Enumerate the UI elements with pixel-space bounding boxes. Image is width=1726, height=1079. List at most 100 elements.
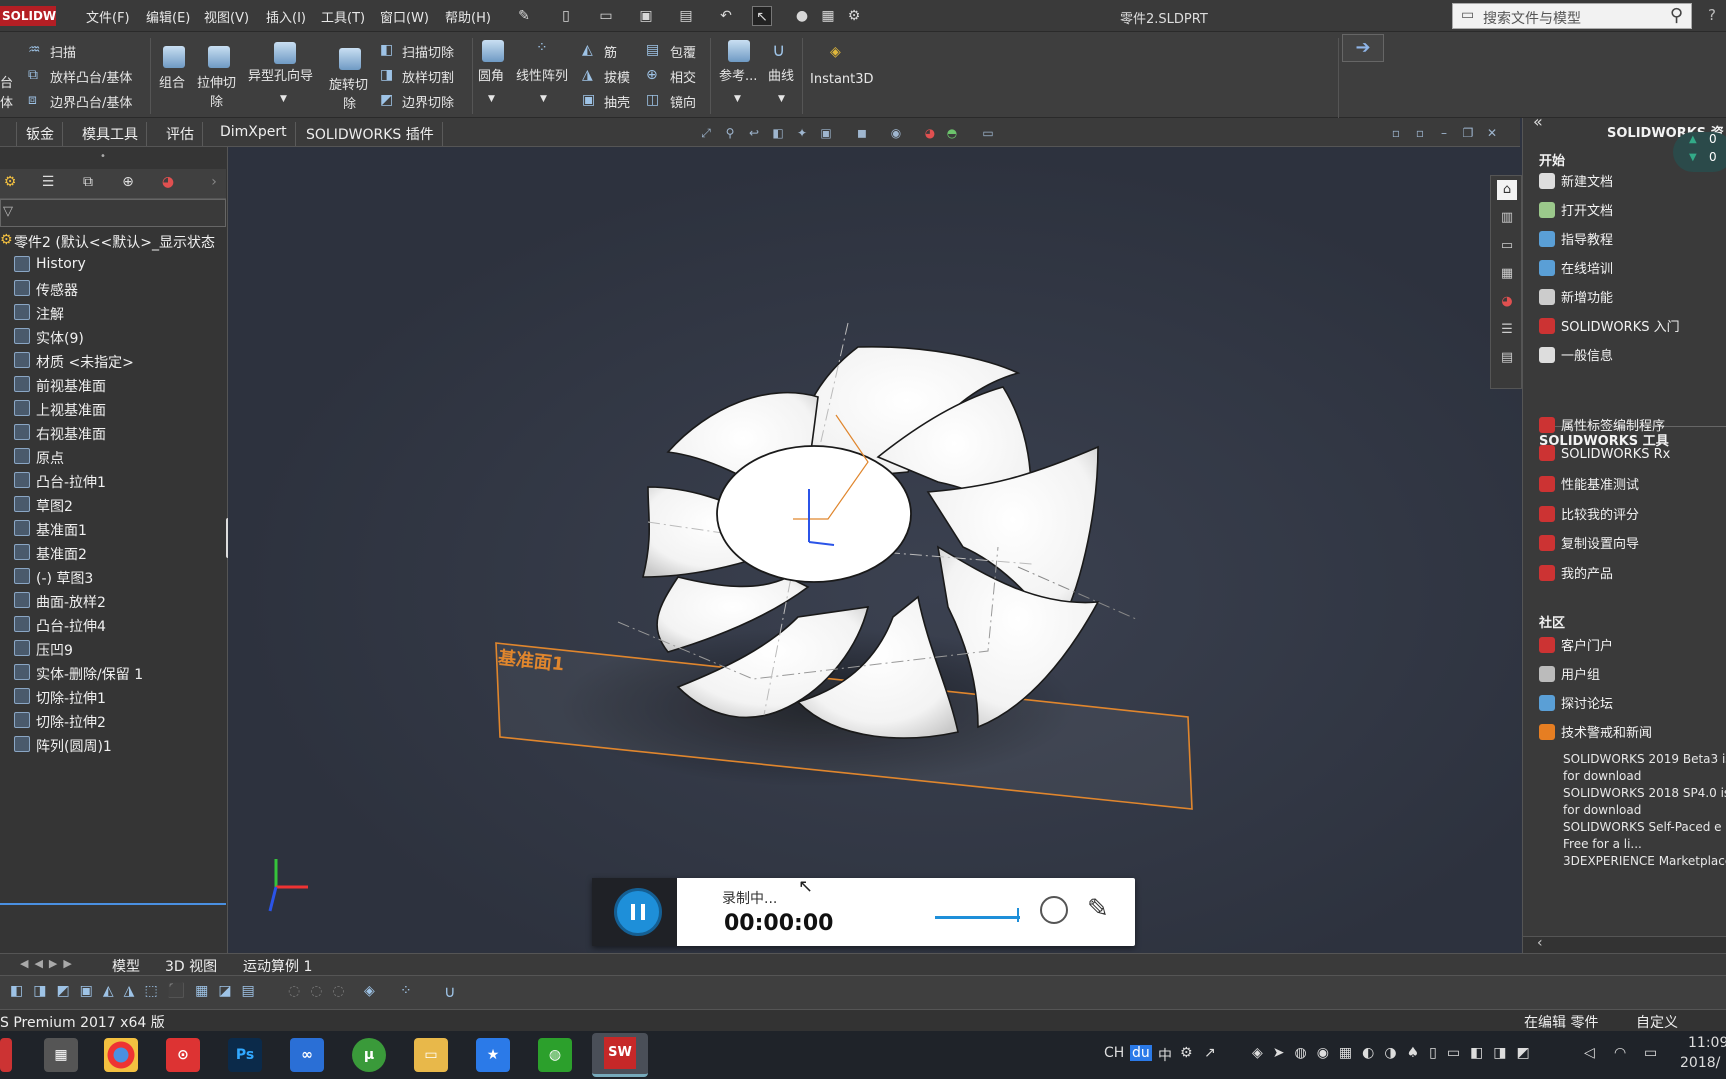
pause-recording-button[interactable] [614, 888, 662, 936]
tree-item[interactable]: 基准面1 [0, 517, 226, 541]
tree-item[interactable]: (-) 草图3 [0, 565, 226, 589]
curves-icon[interactable]: ∪ [772, 40, 785, 61]
rebuild-icon[interactable]: ● [792, 6, 812, 26]
dimxpert-manager-tab-icon[interactable]: ⊕ [118, 174, 138, 194]
intersect-icon[interactable]: ⊕ [646, 67, 658, 83]
viewport-minimize-icon[interactable]: ▫ [1388, 125, 1404, 141]
task-pane-link[interactable]: 新增功能 [1539, 287, 1613, 306]
tree-item[interactable]: 实体(9) [0, 325, 226, 349]
curves-button[interactable]: 曲线 [768, 65, 794, 84]
appearance-icon[interactable]: ◕ [922, 125, 938, 141]
tab-partial[interactable] [0, 122, 17, 146]
utorrent-app-icon[interactable]: µ [352, 1038, 386, 1072]
task-pane-link[interactable]: 性能基准测试 [1539, 474, 1639, 493]
news-link[interactable]: Free for a li... [1563, 837, 1726, 851]
window-minimize-icon[interactable]: – [1436, 125, 1452, 141]
rib-icon[interactable]: ◭ [582, 42, 593, 58]
tree-item[interactable]: 前视基准面 [0, 373, 226, 397]
menu-edit[interactable]: 编辑(E) [146, 7, 190, 26]
undo-icon[interactable]: ↶ [716, 6, 736, 26]
lofted-cut-button[interactable]: 放样切割 [402, 67, 454, 86]
save-icon[interactable]: ▣ [636, 6, 656, 26]
clock-date[interactable]: 2018/ [1680, 1055, 1720, 1071]
wrap-icon[interactable]: ▤ [646, 42, 659, 58]
pattern-shortcut-icon[interactable]: ⁘ [400, 983, 412, 999]
tree-item[interactable]: 实体-删除/保留 1 [0, 661, 226, 685]
reference-dropdown-icon[interactable]: ▼ [734, 94, 741, 104]
task-pane-link[interactable]: 打开文档 [1539, 200, 1613, 219]
wifi-icon[interactable]: ◠ [1614, 1045, 1626, 1061]
task-pane-link[interactable]: 我的产品 [1539, 563, 1613, 582]
webcam-icon[interactable] [1040, 896, 1068, 924]
display-manager-tab-icon[interactable]: ◕ [158, 174, 178, 194]
wrap-button[interactable]: 包覆 [670, 42, 696, 61]
photoshop-app-icon[interactable]: Ps [228, 1038, 262, 1072]
tree-item[interactable]: 草图2 [0, 493, 226, 517]
fillet-button[interactable]: 圆角 [478, 65, 504, 84]
pen-annotate-icon[interactable]: ✎ [1087, 894, 1109, 924]
menu-window[interactable]: 窗口(W) [380, 7, 429, 26]
feature-tree-tab-icon[interactable]: ⚙ [0, 174, 20, 194]
boundary-boss-button[interactable]: 边界凸台/基体 [50, 92, 132, 111]
view-orientation-icon[interactable]: ▣ [818, 125, 834, 141]
panel-grip-icon[interactable]: • [100, 151, 106, 162]
shell-icon[interactable]: ▣ [582, 92, 595, 108]
draft-icon[interactable]: ◮ [582, 67, 593, 83]
news-link[interactable]: for download [1563, 803, 1726, 817]
tree-item[interactable]: 传感器 [0, 277, 226, 301]
dingtalk-app-icon[interactable]: ★ [476, 1038, 510, 1072]
language-indicator[interactable]: CH [1104, 1045, 1124, 1061]
revolve-cut-icon[interactable] [339, 48, 361, 70]
news-link[interactable]: SOLIDWORKS 2019 Beta3 is [1563, 752, 1726, 766]
rib-button[interactable]: 筋 [604, 42, 617, 61]
tab-motion-study[interactable]: 运动算例 1 [237, 956, 318, 976]
expand-tabs-icon[interactable]: › [204, 174, 224, 194]
select-icon[interactable]: ↖ [752, 6, 772, 26]
task-pane-link[interactable]: SOLIDWORKS 入门 [1539, 316, 1680, 335]
revolve-cut-button[interactable]: 旋转切 [329, 74, 368, 93]
tree-item[interactable]: History [0, 253, 226, 277]
feature-shortcut-icons[interactable]: ◧◨◩▣◭◮⬚⬛▦◪▤ [10, 983, 265, 999]
tree-root-part[interactable]: ⚙ 零件2 (默认<<默认>_显示状态 [0, 229, 226, 253]
section-view-icon[interactable]: ◧ [770, 125, 786, 141]
linear-pattern-button[interactable]: 线性阵列 [516, 65, 568, 84]
intersect-button[interactable]: 相交 [670, 67, 696, 86]
shell-button[interactable]: 抽壳 [604, 92, 630, 111]
tree-item[interactable]: 凸台-拉伸1 [0, 469, 226, 493]
sweep-icon[interactable]: ♒ [28, 42, 41, 58]
linear-pattern-dropdown-icon[interactable]: ▼ [540, 94, 547, 104]
boundary-cut-button[interactable]: 边界切除 [402, 92, 454, 111]
netease-app-icon[interactable]: ⊙ [166, 1038, 200, 1072]
zoom-to-fit-icon[interactable]: ⤢ [698, 125, 714, 141]
viewport-restore-icon[interactable]: ▫ [1412, 125, 1428, 141]
ime-share-icon[interactable]: ↗ [1204, 1045, 1216, 1061]
swept-cut-button[interactable]: 扫描切除 [402, 42, 454, 61]
menu-view[interactable]: 视图(V) [204, 7, 249, 26]
reference-geometry-icon[interactable] [728, 40, 750, 62]
reference-shortcut-icon[interactable]: ◈ [364, 983, 375, 999]
units-customize[interactable]: 自定义 [1636, 1012, 1678, 1032]
task-pane-link[interactable]: 一般信息 [1539, 345, 1613, 364]
news-link[interactable]: SOLIDWORKS Self-Paced e [1563, 820, 1726, 834]
tree-item[interactable]: 切除-拉伸1 [0, 685, 226, 709]
file-properties-icon[interactable]: ▦ [818, 6, 838, 26]
dynamic-annotation-icon[interactable]: ✦ [794, 125, 810, 141]
news-link[interactable]: SOLIDWORKS 2018 SP4.0 is [1563, 786, 1726, 800]
boundary-boss-icon[interactable]: ⧈ [28, 92, 37, 108]
help-icon[interactable]: ? [1708, 6, 1716, 24]
boundary-cut-icon[interactable]: ◩ [380, 92, 393, 108]
tab-evaluate[interactable]: 评估 [158, 122, 203, 146]
task-pane-link[interactable]: SOLIDWORKS Rx [1539, 444, 1670, 462]
options-gear-icon[interactable]: ⚙ [844, 6, 864, 26]
tree-item[interactable]: 切除-拉伸2 [0, 709, 226, 733]
loft-boss-button[interactable]: 放样凸台/基体 [50, 67, 132, 86]
rollback-bar[interactable] [0, 903, 226, 905]
search-input[interactable]: ▭ 搜索文件与模型 ⚲ [1452, 3, 1692, 29]
network-monitor-widget[interactable]: ▲ 0 ▼ 0 [1673, 132, 1726, 172]
open-icon[interactable]: ▭ [596, 6, 616, 26]
task-pane-link[interactable]: 属性标签编制程序 [1539, 415, 1665, 434]
zoom-area-icon[interactable]: ⚲ [722, 125, 738, 141]
collapse-left-icon[interactable]: « [1533, 112, 1543, 131]
tree-item[interactable]: 注解 [0, 301, 226, 325]
hide-show-icon[interactable]: ◉ [888, 125, 904, 141]
